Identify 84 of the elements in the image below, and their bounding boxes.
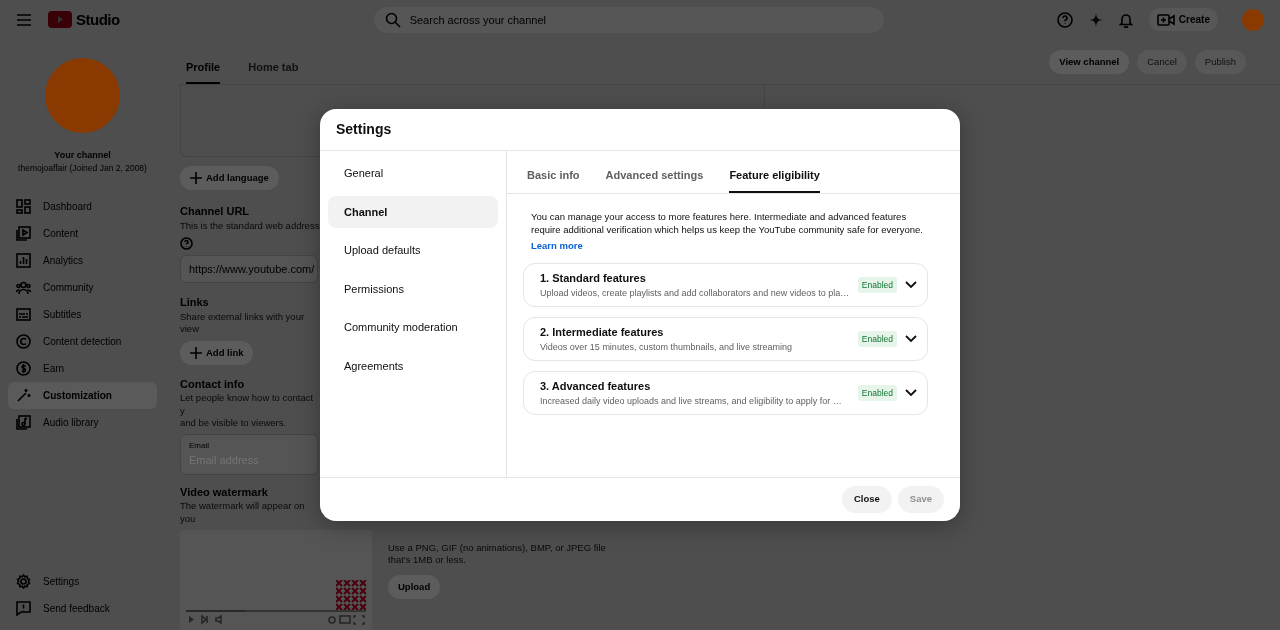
nav-item[interactable]: Content [8, 220, 157, 247]
feature-card[interactable]: 3. Advanced features Increased daily video uploads and live streams, and eligibility to apply for … Enabled [523, 371, 928, 416]
status-badge: Enabled [857, 384, 897, 402]
bar-chart-icon [16, 253, 31, 268]
feature-title: 2. Intermediate features [540, 325, 665, 341]
hint-text: Use a PNG, GIF (no animations), BMP, or JPEG file [388, 542, 606, 555]
nav-item[interactable]: Send feedback [8, 595, 157, 622]
settings-icon [16, 574, 31, 589]
grid-icon [16, 199, 31, 214]
feature-title: 1. Standard features [540, 271, 647, 287]
upload-button[interactable]: Upload [388, 574, 441, 599]
channel-title: Your channel [53, 148, 112, 162]
channel-name: themojoaffair (Joined Jan 2, 2008) [17, 162, 148, 175]
section-description: This is the standard web address [180, 219, 320, 232]
search-field[interactable]: Search across your channel [373, 6, 884, 33]
intro-text: You can manage your access to more features here. Intermediate and advanced features require additional verification which helps us keep the YouTube community safe for everyone. [531, 210, 924, 237]
section-title: Links [180, 295, 210, 311]
search-icon [384, 11, 401, 28]
learn-more-link[interactable]: Learn more [531, 239, 583, 251]
section-description: Share external links with your view [180, 310, 306, 336]
settings-tab[interactable]: Feature eligibility [729, 153, 820, 193]
feature-card[interactable]: 1. Standard features Upload videos, create playlists and add collaborators and new videos to pla… Enabled [523, 263, 928, 308]
dialog-title: Settings [336, 120, 392, 139]
nav-item[interactable]: Settings [8, 568, 157, 595]
magic-wand-icon [16, 388, 31, 403]
settings-nav-item[interactable]: General [328, 157, 498, 190]
nav-item[interactable]: Audio library [8, 409, 157, 436]
feature-description: Videos over 15 minutes, custom thumbnails, and live streaming [540, 340, 793, 354]
bell-icon[interactable] [1118, 11, 1133, 28]
logo-icon[interactable] [48, 11, 72, 29]
nav-item[interactable]: Community [8, 274, 157, 301]
page-tab[interactable]: Profile [186, 45, 221, 84]
help-icon[interactable] [1056, 11, 1073, 28]
nav-item[interactable]: Content detection [8, 328, 157, 355]
add-link-button[interactable]: Add link [180, 340, 254, 365]
people-icon [16, 280, 31, 295]
section-description: The watermark will appear on you [180, 500, 306, 525]
music-library-icon [16, 415, 31, 430]
chevron-down-icon[interactable] [905, 335, 917, 344]
settings-nav-item[interactable]: Channel [328, 195, 498, 228]
add-language-button[interactable]: Add language [180, 165, 279, 190]
copyright-icon [16, 334, 31, 349]
dialog-button[interactable]: Close [841, 486, 892, 513]
hint-text: that's 1MB or less. [388, 554, 467, 567]
section-title: Contact info [180, 376, 246, 392]
nav-item[interactable]: Earn [8, 355, 157, 382]
field-label: Email [189, 440, 210, 453]
feedback-icon [16, 601, 31, 616]
feature-description: Increased daily video uploads and live streams, and eligibility to apply for … [540, 394, 843, 408]
logo-text: Studio [76, 9, 120, 30]
nav-item[interactable]: Customization [8, 382, 157, 409]
menu-icon[interactable] [16, 13, 32, 26]
subtitles-icon [16, 307, 31, 322]
status-badge: Enabled [857, 276, 897, 294]
settings-tab[interactable]: Basic info [527, 153, 580, 193]
help-icon[interactable] [180, 236, 193, 250]
player-controls-drawing[interactable] [186, 610, 366, 626]
section-description: and be visible to viewers. [180, 416, 288, 430]
page-tab[interactable]: Home tab [248, 45, 299, 84]
settings-nav-item[interactable]: Permissions [328, 272, 498, 305]
settings-nav-item[interactable]: Agreements [328, 349, 498, 382]
feature-title: 3. Advanced features [540, 379, 652, 395]
section-title: Channel URL [180, 204, 251, 219]
chevron-down-icon[interactable] [905, 281, 917, 290]
action-button[interactable]: View channel [1049, 49, 1130, 74]
plus-icon [190, 171, 202, 184]
settings-nav-item[interactable]: Upload defaults [328, 234, 498, 267]
url-field[interactable]: https://www.youtube.com/ [180, 254, 318, 284]
create-button[interactable]: Create [1148, 8, 1218, 32]
watermark-pattern-icon [336, 580, 366, 610]
video-plus-icon [1156, 13, 1175, 26]
dollar-icon [16, 361, 31, 376]
nav-item[interactable]: Dashboard [8, 193, 157, 220]
section-title: Video watermark [180, 484, 269, 500]
chevron-down-icon[interactable] [905, 389, 917, 398]
nav-item[interactable]: Analytics [8, 247, 157, 274]
feature-card[interactable]: 2. Intermediate features Videos over 15 minutes, custom thumbnails, and live streaming Enabled [523, 317, 928, 362]
settings-tab[interactable]: Advanced settings [605, 153, 704, 193]
feature-description: Upload videos, create playlists and add collaborators and new videos to pla… [540, 286, 850, 300]
settings-nav-item[interactable]: Community moderation [328, 311, 498, 344]
nav-item[interactable]: Subtitles [8, 301, 157, 328]
plus-icon [190, 346, 202, 359]
play-square-icon [16, 226, 31, 241]
status-badge: Enabled [857, 330, 897, 348]
